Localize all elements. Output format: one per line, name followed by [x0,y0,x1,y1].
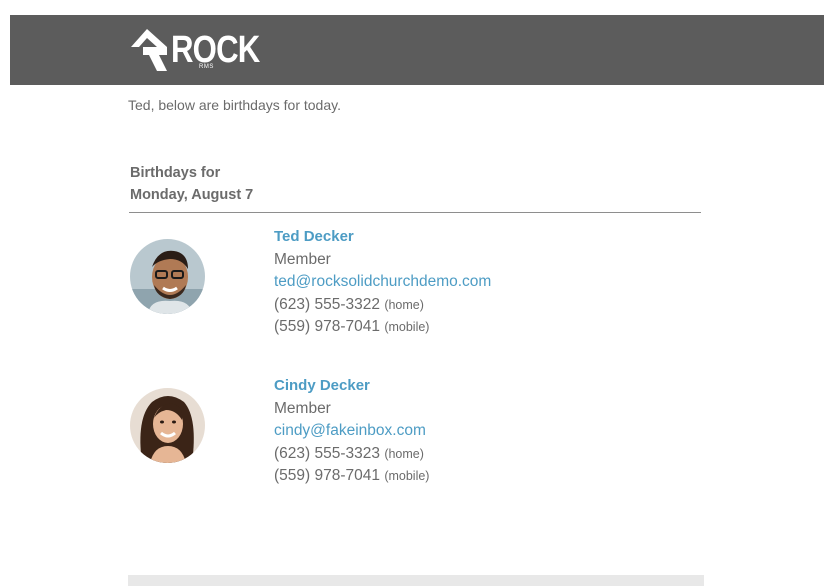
phone-type: (home) [384,297,424,312]
person-email-link[interactable]: ted@rocksolidchurchdemo.com [274,271,491,294]
phone-row: (623) 555-3323 (home) [274,443,429,466]
person-role: Member [274,250,331,268]
person-name[interactable]: Ted Decker [274,226,491,249]
phone-number[interactable]: (623) 555-3322 [274,296,380,313]
phone-type: (mobile) [384,320,430,334]
phone-type: (home) [384,446,424,461]
person-card: Cindy Decker Member cindy@fakeinbox.com … [0,375,834,495]
person-photo-icon [130,388,205,463]
section-title-line2: Monday, August 7 [130,187,254,203]
phone-type: (mobile) [384,469,430,483]
phone-row: (559) 978-7041 (mobile) [274,465,429,488]
section-title: Birthdays for Monday, August 7 [130,162,253,206]
person-email-link[interactable]: cindy@fakeinbox.com [274,420,429,443]
email-header: ROCK RMS [10,15,824,85]
avatar [130,239,205,314]
person-info: Ted Decker Member ted@rocksolidchurchdem… [274,226,491,339]
avatar [130,388,205,463]
phone-number[interactable]: (559) 978-7041 [274,318,380,335]
rock-rms-logo: ROCK RMS [127,27,260,73]
phone-number[interactable]: (559) 978-7041 [274,467,380,484]
logo-wordmark: ROCK [171,29,260,71]
person-name[interactable]: Cindy Decker [274,375,429,398]
logo-subtext: RMS [199,64,214,70]
divider [129,212,701,213]
person-photo-icon [130,239,205,314]
person-role: Member [274,399,331,417]
section-title-line1: Birthdays for [130,165,221,181]
phone-row: (623) 555-3322 (home) [274,294,491,317]
footer-bar [128,575,704,586]
person-card: Ted Decker Member ted@rocksolidchurchdem… [0,226,834,346]
intro-text: Ted, below are birthdays for today. [128,97,341,113]
phone-number[interactable]: (623) 555-3323 [274,445,380,462]
rock-logo-icon [131,29,167,71]
phone-row: (559) 978-7041 (mobile) [274,316,491,339]
person-info: Cindy Decker Member cindy@fakeinbox.com … [274,375,429,488]
